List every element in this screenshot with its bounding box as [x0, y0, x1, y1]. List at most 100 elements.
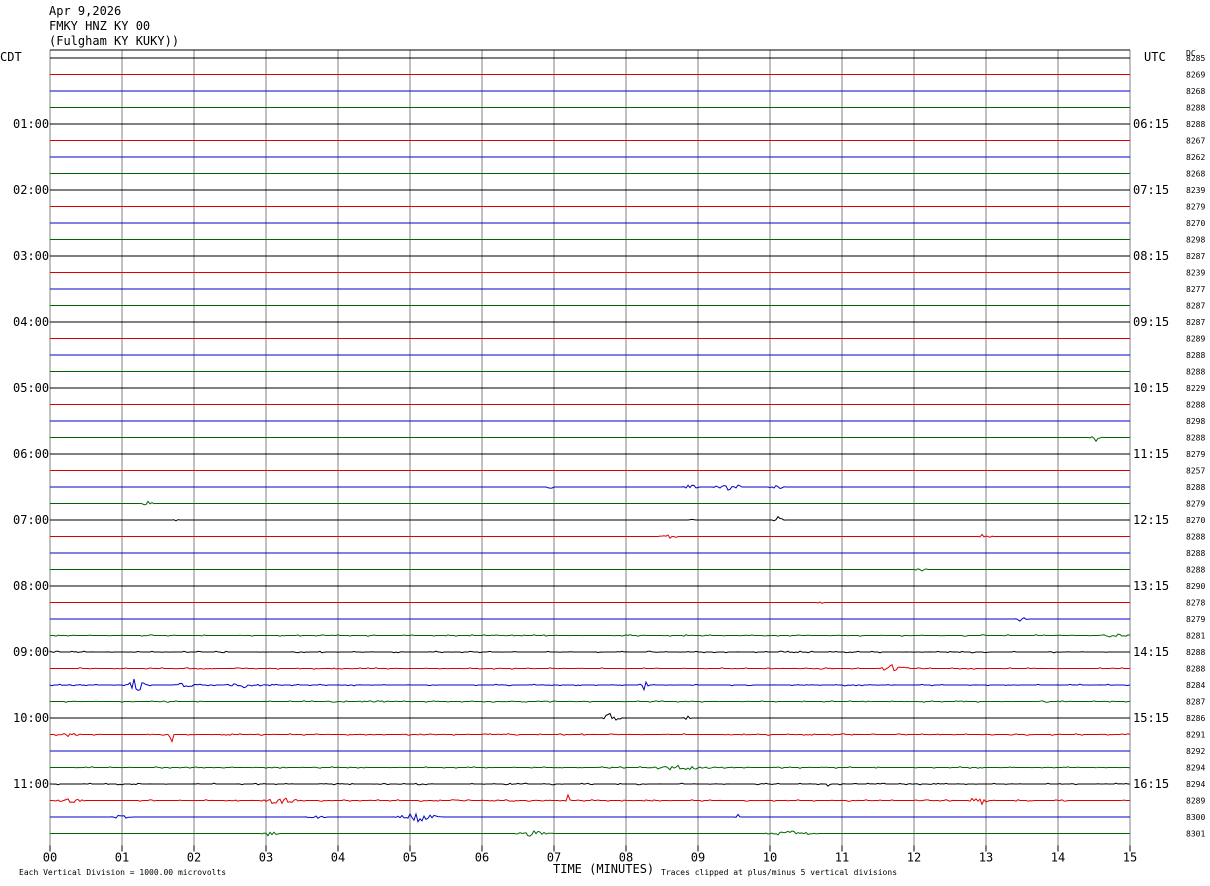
- x-tick-label: 13: [979, 851, 993, 865]
- dc-value-row-33: 8278: [1186, 599, 1205, 608]
- left-hour-label: 01:00: [13, 117, 49, 131]
- right-hour-label: 07:15: [1133, 183, 1169, 197]
- trace-row-39: [50, 700, 1130, 703]
- dc-value-row-5: 8267: [1186, 137, 1205, 146]
- right-hour-label: 09:15: [1133, 315, 1169, 329]
- dc-value-row-1: 8269: [1186, 71, 1205, 80]
- trace-row-37: [50, 663, 1130, 672]
- trace-row-27: [50, 500, 1130, 506]
- dc-value-row-30: 8288: [1186, 549, 1205, 558]
- dc-value-row-2: 8268: [1186, 87, 1205, 96]
- trace-row-47: [50, 829, 1130, 837]
- dc-value-row-18: 8288: [1186, 351, 1205, 360]
- trace-row-31: [50, 568, 1130, 572]
- dc-value-row-17: 8289: [1186, 335, 1205, 344]
- x-tick-label: 06: [475, 851, 489, 865]
- dc-value-row-44: 8294: [1186, 780, 1205, 789]
- trace-row-29: [50, 533, 1130, 539]
- dc-value-row-34: 8279: [1186, 615, 1205, 624]
- right-hour-label: 16:15: [1133, 777, 1169, 791]
- right-hour-label: 10:15: [1133, 381, 1169, 395]
- dc-value-row-28: 8270: [1186, 516, 1205, 525]
- dc-value-row-32: 8290: [1186, 582, 1205, 591]
- dc-value-row-24: 8279: [1186, 450, 1205, 459]
- dc-value-row-43: 8294: [1186, 764, 1205, 773]
- dc-value-row-27: 8279: [1186, 500, 1205, 509]
- dc-value-row-12: 8287: [1186, 252, 1205, 261]
- x-tick-label: 12: [907, 851, 921, 865]
- x-tick-label: 03: [259, 851, 273, 865]
- left-hour-label: 05:00: [13, 381, 49, 395]
- trace-row-38: [49, 678, 1131, 692]
- trace-row-36: [49, 650, 1130, 654]
- dc-value-row-11: 8298: [1186, 236, 1205, 245]
- trace-row-26: [50, 484, 1130, 491]
- right-hour-label: 14:15: [1133, 645, 1169, 659]
- trace-row-28: [50, 515, 1130, 522]
- dc-value-row-46: 8300: [1186, 813, 1205, 822]
- dc-value-row-47: 8301: [1186, 830, 1205, 839]
- dc-value-row-20: 8229: [1186, 384, 1205, 393]
- dc-value-row-23: 8288: [1186, 434, 1205, 443]
- dc-value-row-25: 8257: [1186, 467, 1205, 476]
- trace-row-33: [50, 601, 1130, 604]
- dc-value-row-37: 8288: [1186, 665, 1205, 674]
- dc-value-row-31: 8288: [1186, 566, 1205, 575]
- dc-value-row-6: 8262: [1186, 153, 1205, 162]
- trace-row-46: [50, 812, 1130, 823]
- dc-value-row-38: 8284: [1186, 681, 1205, 690]
- dc-value-row-22: 8298: [1186, 417, 1205, 426]
- dc-value-row-10: 8270: [1186, 219, 1205, 228]
- x-tick-label: 10: [763, 851, 777, 865]
- dc-value-row-8: 8239: [1186, 186, 1205, 195]
- left-hour-label: 02:00: [13, 183, 49, 197]
- trace-row-44: [50, 782, 1130, 787]
- x-tick-label: 02: [187, 851, 201, 865]
- x-tick-label: 09: [691, 851, 705, 865]
- dc-value-row-14: 8277: [1186, 285, 1205, 294]
- left-hour-label: 10:00: [13, 711, 49, 725]
- x-tick-label: 14: [1051, 851, 1065, 865]
- x-tick-label: 07: [547, 851, 561, 865]
- trace-row-34: [50, 617, 1130, 622]
- trace-row-43: [50, 764, 1131, 771]
- right-hour-label: 15:15: [1133, 711, 1169, 725]
- dc-value-row-19: 8288: [1186, 368, 1205, 377]
- x-tick-label: 00: [43, 851, 57, 865]
- trace-row-35: [50, 633, 1131, 638]
- x-tick-label: 01: [115, 851, 129, 865]
- dc-value-row-40: 8286: [1186, 714, 1205, 723]
- right-hour-label: 08:15: [1133, 249, 1169, 263]
- dc-value-row-21: 8288: [1186, 401, 1205, 410]
- dc-value-row-13: 8239: [1186, 269, 1205, 278]
- dc-value-row-42: 8292: [1186, 747, 1205, 756]
- dc-value-row-36: 8288: [1186, 648, 1205, 657]
- dc-value-row-7: 8268: [1186, 170, 1205, 179]
- dc-value-row-26: 8288: [1186, 483, 1205, 492]
- left-hour-label: 06:00: [13, 447, 49, 461]
- dc-value-row-4: 8288: [1186, 120, 1205, 129]
- x-tick-label: 04: [331, 851, 345, 865]
- dc-value-row-35: 8281: [1186, 632, 1205, 641]
- trace-row-41: [50, 732, 1131, 744]
- x-tick-label: 05: [403, 851, 417, 865]
- dc-value-row-15: 8287: [1186, 302, 1205, 311]
- left-hour-label: 07:00: [13, 513, 49, 527]
- dc-value-row-41: 8291: [1186, 731, 1205, 740]
- dc-value-row-39: 8287: [1186, 698, 1205, 707]
- dc-value-row-3: 8288: [1186, 104, 1205, 113]
- left-hour-label: 03:00: [13, 249, 49, 263]
- right-hour-label: 13:15: [1133, 579, 1169, 593]
- trace-row-23: [50, 436, 1130, 443]
- dc-value-row-16: 8287: [1186, 318, 1205, 327]
- right-hour-label: 12:15: [1133, 513, 1169, 527]
- dc-value-row-0: 8285: [1186, 54, 1205, 63]
- trace-row-45: [50, 793, 1130, 806]
- dc-value-row-29: 8288: [1186, 533, 1205, 542]
- helicorder-plot: 00 01 02 03 04 05 06 07 08 09 10 11 12 13 14 15 8285 8269…: [13, 49, 1205, 865]
- left-hour-label: 08:00: [13, 579, 49, 593]
- left-hour-label: 04:00: [13, 315, 49, 329]
- x-tick-label: 15: [1123, 851, 1137, 865]
- right-hour-label: 11:15: [1133, 447, 1169, 461]
- left-hour-label: 09:00: [13, 645, 49, 659]
